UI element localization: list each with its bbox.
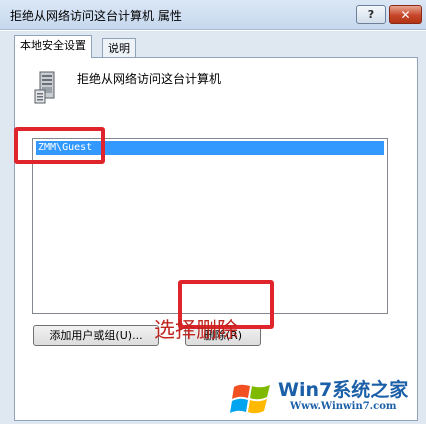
add-user-or-group-button[interactable]: 添加用户或组(U)...	[33, 325, 159, 346]
title-bar: 拒绝从网络访问这台计算机 属性 ? ✕	[0, 0, 426, 30]
watermark-url: Www.Winwin7.com	[290, 401, 397, 412]
tab-label: 本地安全设置	[20, 39, 86, 52]
watermark-brand: Win7系统之家	[278, 379, 409, 401]
close-icon: ✕	[400, 7, 411, 22]
help-icon: ?	[367, 8, 375, 21]
annotation-text: 选择删除	[154, 318, 238, 342]
tab-panel: 拒绝从网络访问这台计算机 ZMM\Guest 添加用户或组(U)... 删除(R…	[14, 57, 418, 421]
windows-flag-logo-icon	[230, 379, 274, 422]
window-title: 拒绝从网络访问这台计算机 属性	[10, 9, 182, 23]
policy-name: 拒绝从网络访问这台计算机	[77, 72, 222, 86]
highlight-box-selected-account	[14, 127, 105, 164]
tab-explain[interactable]: 说明	[102, 38, 136, 58]
watermark: Win7系统之家 Www.Winwin7.com	[226, 371, 422, 423]
tab-local-security-setting[interactable]: 本地安全设置	[14, 35, 92, 58]
close-button[interactable]: ✕	[389, 5, 422, 24]
server-computer-icon	[31, 70, 61, 107]
dialog-body: 本地安全设置 说明 拒绝从网络访问这台计算机 ZMM\Guest 添加用户或组(…	[0, 31, 426, 424]
help-button[interactable]: ?	[356, 5, 386, 24]
tab-label: 说明	[108, 42, 130, 55]
